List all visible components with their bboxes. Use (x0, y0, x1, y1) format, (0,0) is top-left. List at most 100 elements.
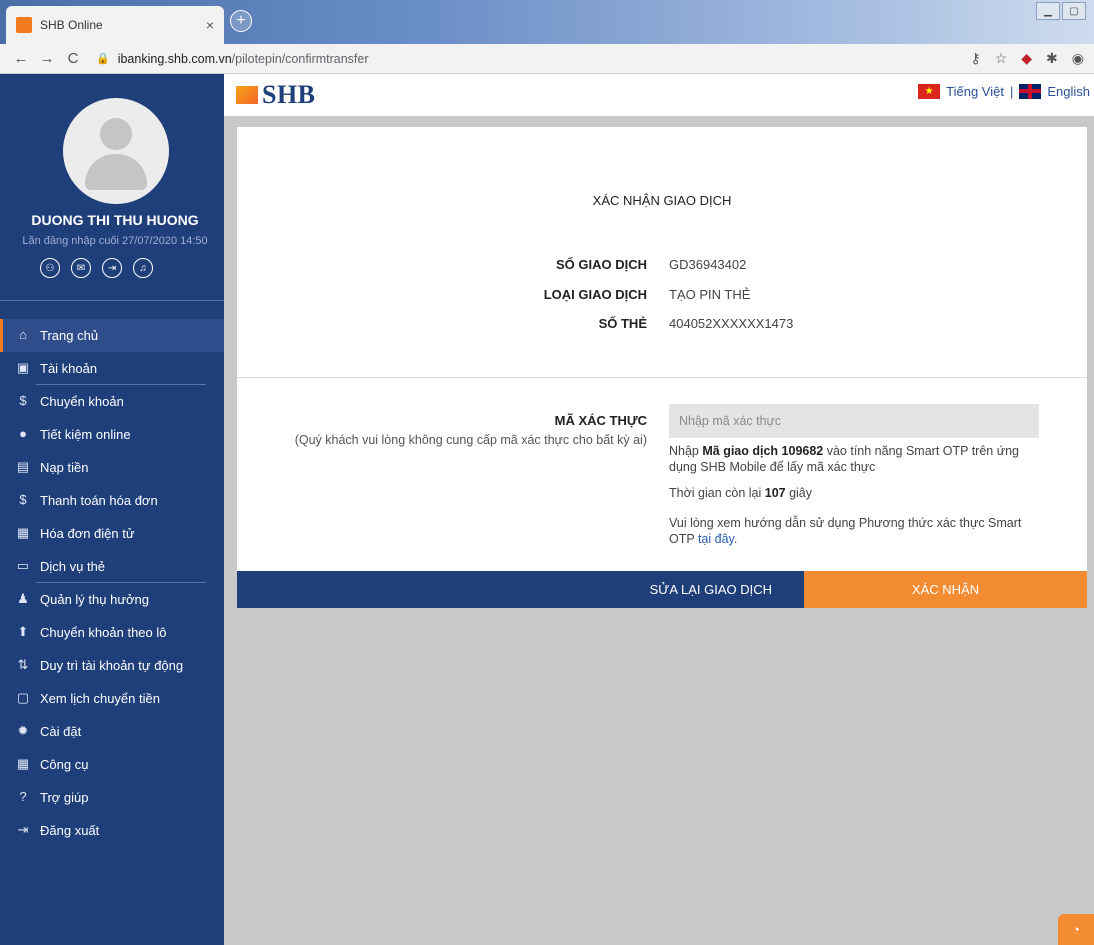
gear-icon: ✹ (17, 723, 29, 738)
otp-transaction-code: Mã giao dịch 109682 (702, 444, 824, 458)
sidebar-item-bill-payment[interactable]: $ Thanh toán hóa đơn (0, 484, 224, 517)
otp-instruction: Nhập Mã giao dịch 109682 vào tính năng S… (669, 443, 1039, 475)
user-quick-actions: ⚇ ✉ ⇥ ♫ (40, 258, 153, 278)
puzzle-icon[interactable]: ✱ (1046, 50, 1058, 67)
browser-toolbar: ← → C 🔒 ibanking.shb.com.vn/pilotepin/co… (0, 44, 1094, 74)
sidebar-item-tools[interactable]: ▦ Công cụ (0, 748, 224, 781)
guide-period: . (733, 532, 738, 546)
sidebar-item-help[interactable]: ? Trợ giúp (0, 781, 224, 814)
uk-flag-icon[interactable] (1019, 84, 1042, 99)
otp-input[interactable] (669, 404, 1039, 438)
otp-instruction-pre: Nhập (669, 444, 703, 458)
card-number-row: SỐ THẺ 404052XXXXXX1473 (237, 316, 1087, 336)
batch-upload-icon: ⬆ (17, 624, 29, 639)
sidebar-item-label: Tài khoản (40, 361, 98, 376)
window-controls: ▁ ▢ (1036, 2, 1086, 20)
sidebar-item-card-service[interactable]: ▭ Dịch vụ thẻ (0, 550, 224, 583)
topup-icon: ▤ (16, 459, 30, 474)
transfer-icon: $ (19, 393, 27, 408)
url-path: /pilotepin/confirmtransfer (231, 51, 369, 66)
sidebar: DUONG THI THU HUONG Lần đăng nhập cuối 2… (0, 74, 224, 945)
confirm-transaction-card: XÁC NHẬN GIAO DỊCH SỐ GIAO DỊCH GD369434… (237, 127, 1087, 571)
browser-tab[interactable]: SHB Online × (6, 6, 224, 44)
guide-link[interactable]: tại đây (698, 532, 734, 546)
sidebar-item-label: Tiết kiệm online (40, 427, 131, 442)
countdown-seconds: 107 (764, 486, 786, 500)
otp-countdown: Thời gian còn lại 107 giây (669, 485, 1039, 501)
txn-number-label: SỐ GIAO DỊCH (555, 257, 647, 272)
chat-icon[interactable]: ◔ (1058, 914, 1094, 945)
txn-type-value: TẠO PIN THẺ (669, 287, 751, 302)
sidebar-item-label: Cài đặt (40, 724, 82, 739)
sidebar-item-label: Công cụ (40, 757, 89, 772)
maximize-icon[interactable]: ▢ (1062, 2, 1086, 20)
logout-circle-icon[interactable]: ⇥ (102, 258, 122, 278)
key-icon[interactable]: ⚷ (970, 50, 980, 67)
shb-logo-text: SHB (262, 80, 316, 109)
sidebar-item-settings[interactable]: ✹ Cài đặt (0, 715, 224, 748)
countdown-pre: Thời gian còn lại (669, 486, 765, 500)
user-profile-icon[interactable]: ⚇ (40, 258, 60, 278)
sidebar-item-label: Nạp tiền (40, 460, 89, 475)
url-host: ibanking.shb.com.vn (117, 51, 232, 66)
help-icon: ? (19, 789, 27, 804)
extension-shield-icon[interactable]: ◆ (1021, 50, 1032, 67)
sidebar-item-logout[interactable]: ⇥ Đăng xuất (0, 814, 224, 847)
lock-icon: 🔒 (96, 53, 110, 65)
shb-logo-mark-icon (236, 86, 258, 104)
sidebar-item-topup[interactable]: ▤ Nạp tiền (0, 451, 224, 484)
lang-english[interactable]: English (1047, 84, 1090, 99)
sidebar-item-label: Trang chủ (40, 328, 99, 343)
shb-logo[interactable]: SHB (236, 80, 316, 110)
minimize-icon[interactable]: ▁ (1036, 2, 1060, 20)
star-icon[interactable]: ☆ (995, 50, 1008, 67)
reload-icon[interactable]: C (62, 50, 84, 67)
page-title: XÁC NHẬN GIAO DỊCH (592, 193, 732, 208)
lang-separator: | (1009, 84, 1014, 99)
otp-label: MÃ XÁC THỰC (554, 413, 647, 428)
sidebar-menu: ⌂ Trang chủ ▣ Tài khoản $ Chuyển khoản ● Tiế… (0, 319, 224, 847)
sidebar-item-label: Chuyển khoản theo lô (40, 625, 167, 640)
sidebar-item-transfer-schedule[interactable]: ▢ Xem lịch chuyển tiền (0, 682, 224, 715)
confirm-button[interactable]: XÁC NHẬN (804, 571, 1087, 608)
bell-icon[interactable]: ♫ (133, 258, 153, 278)
forward-arrow-icon[interactable]: → (36, 50, 58, 67)
new-tab-button[interactable]: + (230, 10, 252, 32)
address-bar[interactable]: 🔒 ibanking.shb.com.vn/pilotepin/confirmt… (96, 52, 970, 66)
sidebar-item-label: Quản lý thụ hưởng (40, 592, 150, 607)
logout-icon: ⇥ (17, 822, 29, 837)
card-number-label: SỐ THẺ (598, 316, 647, 331)
edit-transaction-button[interactable]: SỬA LẠI GIAO DỊCH (237, 571, 804, 608)
lang-vietnamese[interactable]: Tiếng Việt (946, 84, 1004, 99)
sidebar-item-account[interactable]: ▣ Tài khoản (0, 352, 224, 385)
sidebar-item-e-invoice[interactable]: ▦ Hóa đơn điện tử (0, 517, 224, 550)
profile-icon[interactable]: ◉ (1072, 50, 1084, 67)
avatar-body (85, 154, 147, 190)
language-switcher: ★ Tiếng Việt | English (918, 84, 1090, 99)
sidebar-item-beneficiary[interactable]: ♟ Quản lý thụ hưởng (0, 583, 224, 616)
sidebar-item-batch-transfer[interactable]: ⬆ Chuyển khoản theo lô (0, 616, 224, 649)
avatar[interactable] (63, 98, 169, 204)
mail-icon[interactable]: ✉ (71, 258, 91, 278)
action-buttons: SỬA LẠI GIAO DỊCH XÁC NHẬN (237, 571, 1087, 608)
avatar-head (100, 118, 132, 150)
e-invoice-icon: ▦ (16, 525, 30, 540)
sidebar-item-label: Thanh toán hóa đơn (40, 493, 158, 508)
auto-maintain-icon: ⇅ (17, 657, 29, 672)
tab-close-icon[interactable]: × (206, 17, 214, 33)
sidebar-item-transfer[interactable]: $ Chuyển khoản (0, 385, 224, 418)
sidebar-divider (0, 300, 224, 301)
sidebar-item-label: Hóa đơn điện tử (40, 526, 135, 541)
back-arrow-icon[interactable]: ← (10, 50, 32, 67)
calculator-icon: ▦ (16, 756, 30, 771)
txn-number-value: GD36943402 (669, 257, 747, 272)
sidebar-item-savings[interactable]: ● Tiết kiệm online (0, 418, 224, 451)
sidebar-item-label: Trợ giúp (40, 790, 89, 805)
vietnam-flag-icon[interactable]: ★ (918, 84, 941, 99)
piggy-bank-icon: ● (19, 426, 27, 441)
bill-icon: $ (19, 492, 27, 507)
sidebar-item-home[interactable]: ⌂ Trang chủ (0, 319, 224, 352)
sidebar-item-label: Chuyển khoản (40, 394, 124, 409)
sidebar-item-auto-maintain[interactable]: ⇅ Duy trì tài khoản tự động (0, 649, 224, 682)
toolbar-actions: ⚷ ☆ ◆ ✱ ◉ (970, 50, 1084, 67)
